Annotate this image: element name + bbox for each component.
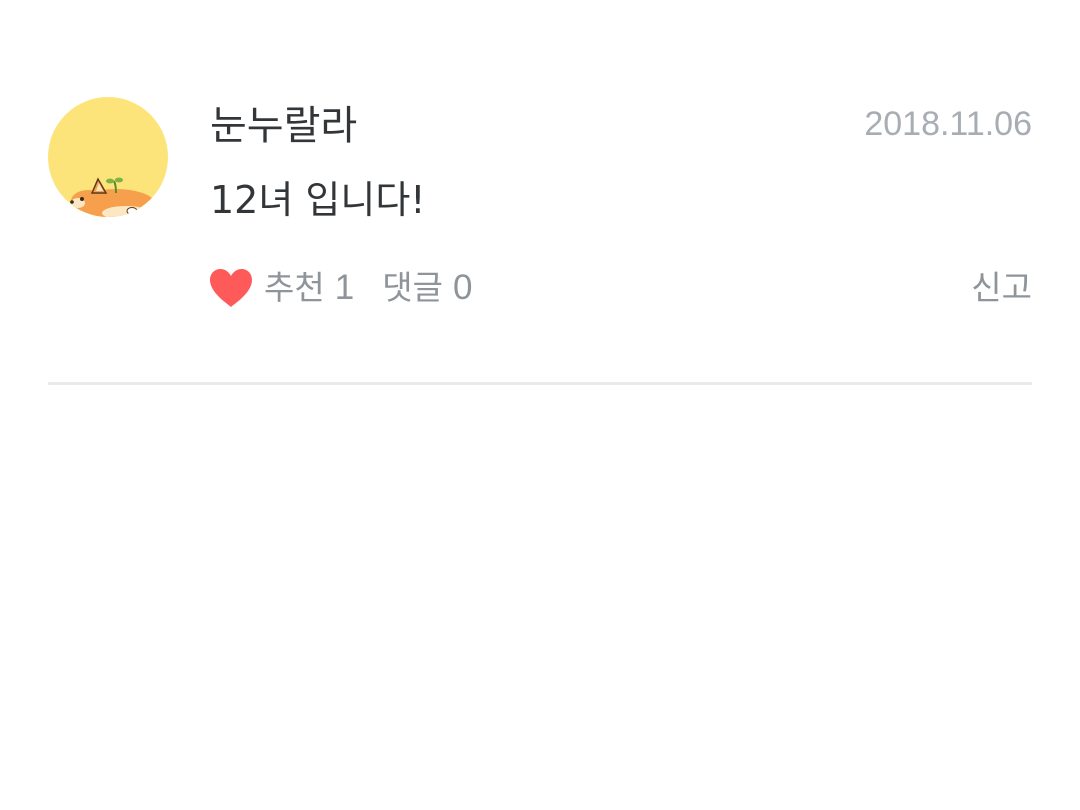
like-label: 추천 bbox=[264, 268, 325, 307]
comment-date: 2018.11.06 bbox=[864, 105, 1032, 143]
username[interactable]: 눈누랄라 bbox=[210, 100, 357, 152]
reply-button[interactable]: 댓글 0 bbox=[382, 264, 472, 312]
like-count: 1 bbox=[334, 268, 355, 307]
divider bbox=[48, 382, 1032, 385]
comment-text: 12녀 입니다! bbox=[210, 178, 426, 222]
heart-icon bbox=[210, 269, 252, 307]
comment-item: 눈누랄라 2018.11.06 12녀 입니다! 추천 1 댓글 0 신고 bbox=[0, 0, 1080, 386]
avatar[interactable] bbox=[48, 97, 168, 217]
corgi-avatar-icon bbox=[70, 177, 156, 217]
report-button[interactable]: 신고 bbox=[971, 264, 1032, 312]
like-button[interactable]: 추천 1 bbox=[208, 264, 354, 312]
comment-actions: 추천 1 댓글 0 bbox=[208, 264, 472, 312]
reply-label: 댓글 bbox=[382, 268, 443, 307]
reply-count: 0 bbox=[452, 268, 473, 307]
